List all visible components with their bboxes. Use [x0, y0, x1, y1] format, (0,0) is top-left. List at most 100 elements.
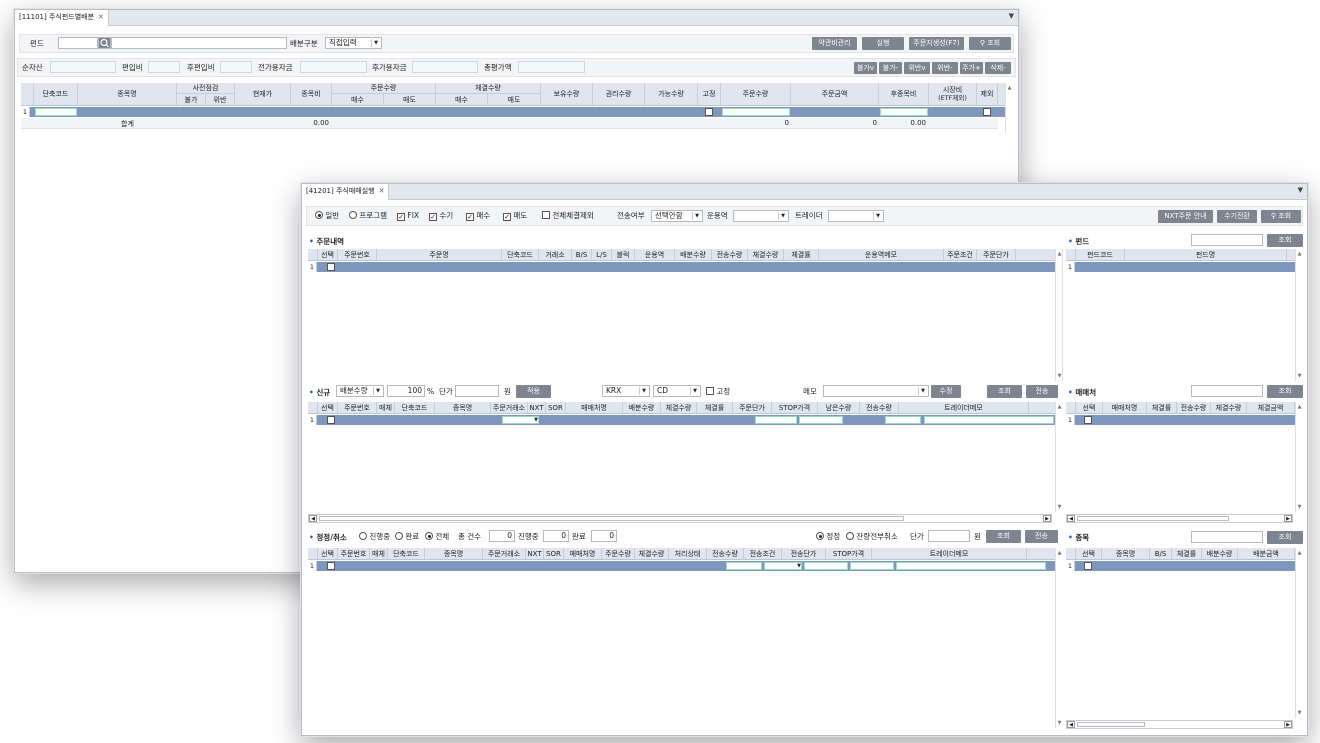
fund-search-input[interactable]	[1191, 234, 1263, 246]
trader-memo-input[interactable]	[896, 562, 1046, 570]
trader-memo-input[interactable]	[924, 416, 1054, 424]
checkbox-manual[interactable]: ✓ 수기	[429, 211, 453, 221]
cancel-price-input[interactable]	[928, 530, 970, 542]
table-row[interactable]: 1	[1066, 415, 1295, 425]
checkbox-sell[interactable]: ✓ 매도	[503, 211, 527, 221]
radio-program[interactable]: 프로그램	[349, 211, 387, 221]
send-yn-select[interactable]: 선택안함 ▼	[651, 210, 703, 222]
post-ratio-input[interactable]	[880, 108, 928, 116]
dropdown-arrow-icon[interactable]: ▼	[1009, 12, 1014, 20]
scroll-up-icon[interactable]: ▲	[1296, 550, 1303, 556]
scroll-right-icon[interactable]: ▶	[1284, 721, 1292, 728]
horizontal-scrollbar[interactable]: ◀ ▶	[1066, 514, 1293, 523]
vertical-scrollbar[interactable]: ▲ ▼	[1055, 548, 1063, 728]
table-row[interactable]: 1 ▼	[308, 415, 1055, 425]
scroll-down-icon[interactable]: ▼	[1296, 373, 1303, 379]
scroll-down-icon[interactable]: ▼	[1056, 373, 1062, 379]
send-qty-input[interactable]	[726, 562, 762, 570]
scroll-up-icon[interactable]: ▲	[1056, 550, 1063, 556]
exclude-checkbox[interactable]	[983, 108, 991, 116]
impossible-down-button[interactable]: 불가v	[854, 62, 877, 74]
new-search-button[interactable]: 조회	[987, 385, 1022, 398]
radio-all[interactable]: 전체	[425, 532, 449, 542]
manual-switch-button[interactable]: 수기전환	[1217, 210, 1257, 223]
table-row[interactable]: 1	[1066, 262, 1295, 272]
broker-search-input[interactable]	[1191, 385, 1263, 397]
radio-correct[interactable]: 정정	[816, 532, 840, 542]
search-button[interactable]: ⚲ 조회	[969, 37, 1011, 50]
select-checkbox[interactable]	[327, 416, 335, 424]
close-icon[interactable]: ✕	[379, 187, 385, 195]
scroll-up-icon[interactable]: ▲	[1296, 404, 1303, 410]
operator-select[interactable]: ▼	[733, 210, 789, 222]
scroll-right-icon[interactable]: ▶	[1043, 515, 1051, 522]
radio-remain-cancel[interactable]: 잔량전부취소	[846, 532, 898, 542]
checkbox-fix[interactable]: ✓ FIX	[397, 211, 419, 221]
pct-input[interactable]: 100	[387, 385, 425, 397]
search-icon[interactable]	[98, 37, 111, 49]
alloc-select[interactable]: 직접입력 ▼	[325, 37, 382, 49]
search-button[interactable]: ⚲ 조회	[1261, 210, 1301, 223]
terms-button[interactable]: 약관비관리	[812, 37, 857, 50]
apply-button[interactable]: 적용	[516, 385, 551, 398]
fund-name-input[interactable]	[111, 37, 287, 49]
price-input[interactable]	[455, 385, 499, 397]
scroll-right-icon[interactable]: ▶	[1284, 515, 1292, 522]
stock-search-button[interactable]: 조회	[1267, 531, 1303, 544]
scroll-down-icon[interactable]: ▼	[1296, 504, 1303, 510]
close-icon[interactable]: ✕	[98, 13, 104, 21]
impossible-minus-button[interactable]: 불가-	[879, 62, 902, 74]
send-qty-input[interactable]	[885, 416, 921, 424]
stock-search-input[interactable]	[1191, 531, 1263, 543]
select-checkbox[interactable]	[327, 263, 335, 271]
broker-search-button[interactable]: 조회	[1267, 385, 1303, 398]
horizontal-scrollbar[interactable]: ◀ ▶	[308, 514, 1052, 523]
horizontal-scrollbar[interactable]: ◀ ▶	[1066, 720, 1293, 729]
scroll-down-icon[interactable]: ▼	[1056, 720, 1063, 726]
vertical-scrollbar[interactable]: ▲ ▼	[1295, 548, 1303, 718]
fund-code-input[interactable]	[58, 37, 98, 49]
stop-price-input[interactable]	[799, 416, 843, 424]
checkbox-exclude-all[interactable]: 전체체결제외	[542, 211, 594, 221]
order-price-input[interactable]	[755, 416, 797, 424]
cancel-send-button[interactable]: 전송	[1025, 530, 1058, 543]
table-row[interactable]: 1	[21, 107, 1013, 117]
table-row[interactable]: 1 ▼	[308, 561, 1055, 571]
memo-select[interactable]: ▼	[823, 385, 929, 397]
scroll-down-icon[interactable]: ▼	[1056, 504, 1063, 510]
scroll-left-icon[interactable]: ◀	[1067, 721, 1075, 728]
exchange-select[interactable]: KRX ▼	[602, 385, 650, 397]
tab-fund-allocation[interactable]: [11101] 주식펀드별배분 ✕	[15, 10, 109, 26]
vertical-scrollbar[interactable]: ▲ ▼	[1055, 402, 1063, 512]
table-row[interactable]: 1	[308, 262, 1062, 272]
code-input[interactable]	[35, 108, 77, 116]
vertical-scrollbar[interactable]: ▲ ▼	[1295, 402, 1303, 512]
vertical-scrollbar[interactable]: ▲ ▼	[1295, 249, 1303, 381]
scroll-thumb[interactable]	[319, 516, 904, 521]
exchange-cell-select[interactable]: ▼	[502, 416, 539, 424]
send-cond-select[interactable]: ▼	[764, 562, 802, 570]
stop-price-input[interactable]	[850, 562, 894, 570]
execute-button[interactable]: 실행	[862, 37, 904, 50]
scroll-up-icon[interactable]: ▲	[1296, 251, 1303, 257]
scroll-down-icon[interactable]: ▼	[1296, 710, 1303, 716]
scroll-left-icon[interactable]: ◀	[1067, 515, 1075, 522]
cd-select[interactable]: CD ▼	[653, 385, 701, 397]
vertical-scrollbar[interactable]: ▲ ▼	[1055, 249, 1062, 381]
add-stock-button[interactable]: 주가+	[960, 62, 983, 74]
vertical-scrollbar[interactable]: ▲	[1005, 83, 1013, 133]
cancel-search-button[interactable]: 조회	[986, 530, 1021, 543]
select-checkbox[interactable]	[327, 562, 335, 570]
fixed-checkbox[interactable]	[705, 108, 713, 116]
scroll-up-icon[interactable]: ▲	[1056, 251, 1062, 257]
radio-general[interactable]: 일반	[315, 211, 339, 221]
radio-pending[interactable]: 진행중	[359, 532, 390, 542]
radio-done[interactable]: 완료	[395, 532, 419, 542]
fixed-checkbox[interactable]: 고정	[706, 387, 730, 397]
order-qty-input[interactable]	[722, 108, 790, 116]
new-send-button[interactable]: 전송	[1026, 385, 1058, 398]
send-price-input[interactable]	[804, 562, 848, 570]
create-order-button[interactable]: 주문지생성(F7)	[909, 37, 964, 50]
scroll-thumb[interactable]	[1077, 516, 1229, 521]
scroll-up-icon[interactable]: ▲	[1006, 85, 1013, 91]
